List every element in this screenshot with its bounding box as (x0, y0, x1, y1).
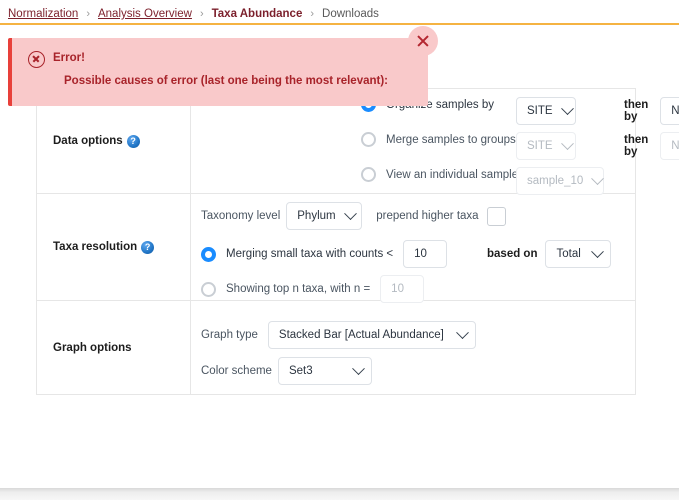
taxa-resolution-label-text: Taxa resolution (53, 241, 138, 253)
select-color-scheme-value: Set3 (288, 365, 313, 377)
graph-type-group: Graph type Stacked Bar [Actual Abundance… (191, 321, 476, 349)
select-merge-secondary[interactable]: None (660, 132, 679, 160)
breadcrumb-item-normalization[interactable]: Normalization (8, 8, 78, 20)
chevron-down-icon (591, 171, 605, 185)
close-icon[interactable] (408, 26, 438, 56)
select-graph-type[interactable]: Stacked Bar [Actual Abundance] (267, 321, 476, 349)
error-circle-x-icon (28, 51, 45, 68)
select-based-on[interactable]: Total (545, 240, 612, 268)
checkbox-prepend-higher-taxa[interactable] (486, 206, 506, 226)
graph-options-label-cell: Graph options (37, 301, 191, 394)
error-subtitle: Possible causes of error (last one being… (64, 75, 389, 87)
select-taxonomy-level-value: Phylum (297, 210, 336, 222)
select-merge-primary[interactable]: SITE (516, 132, 576, 160)
graph-options-label-text: Graph options (53, 341, 132, 354)
select-organize-by-primary[interactable]: SITE (516, 97, 576, 125)
data-options-label: Data options ? (53, 134, 140, 148)
then-by-label-2: then by (624, 134, 649, 158)
footer-strip (0, 488, 679, 500)
data-options-selects-3: sample_10 (191, 167, 605, 195)
select-organize-by-secondary[interactable]: None (660, 97, 679, 125)
graph-type-label: Graph type (201, 329, 258, 341)
error-banner-header: Error! (28, 50, 414, 68)
chevron-down-icon (560, 136, 574, 150)
breadcrumb-separator-icon: › (199, 8, 204, 20)
select-merge-primary-value: SITE (527, 140, 553, 152)
breadcrumb-item-downloads[interactable]: Downloads (322, 8, 379, 20)
then-by-label-1: then by (624, 99, 649, 123)
radio-label-showing-top-n-taxa: Showing top n taxa, with n = (226, 283, 371, 295)
top-n-taxa-group: Showing top n taxa, with n = 10 (191, 275, 425, 303)
radio-showing-top-n-taxa[interactable] (201, 281, 216, 297)
input-top-n-value[interactable]: 10 (380, 275, 425, 303)
help-icon[interactable]: ? (141, 240, 155, 254)
breadcrumb: Normalization › Analysis Overview › Taxa… (0, 0, 679, 23)
taxonomy-level-label: Taxonomy level (201, 210, 281, 222)
select-color-scheme[interactable]: Set3 (277, 357, 372, 385)
row-graph-options: Graph options Graph type Stacked Bar [Ac… (37, 301, 635, 395)
taxa-resolution-label-cell: Taxa resolution ? (37, 194, 191, 300)
breadcrumb-item-taxa-abundance[interactable]: Taxa Abundance (212, 8, 303, 20)
select-individual-sample-value: sample_10 (527, 175, 584, 187)
based-on-label: based on (487, 248, 538, 260)
page-root: Normalization › Analysis Overview › Taxa… (0, 0, 679, 500)
chevron-down-icon (352, 361, 365, 375)
taxa-resolution-label: Taxa resolution ? (53, 240, 155, 254)
row-taxa-resolution: Taxa resolution ? Taxonomy level Phylum … (37, 194, 635, 303)
select-taxonomy-level[interactable]: Phylum (286, 202, 363, 230)
chevron-down-icon (560, 101, 574, 115)
color-scheme-label: Color scheme (201, 365, 272, 377)
based-on-group: based on Total (191, 240, 612, 268)
color-scheme-group: Color scheme Set3 (191, 357, 372, 385)
breadcrumb-separator-icon: › (310, 8, 315, 20)
data-options-selects-2: SITE then by None (191, 132, 679, 160)
graph-options-label: Graph options (53, 342, 132, 354)
taxonomy-level-group: Taxonomy level Phylum prepend higher tax… (191, 202, 506, 230)
chevron-down-icon (591, 244, 605, 258)
chevron-down-icon (456, 325, 469, 339)
error-banner: Error! Possible causes of error (last on… (8, 26, 438, 106)
chevron-down-icon (343, 206, 357, 220)
select-based-on-value: Total (556, 248, 581, 260)
header-divider (0, 23, 679, 25)
error-banner-wrapper: Error! Possible causes of error (last on… (8, 26, 438, 106)
taxa-resolution-body: Taxonomy level Phylum prepend higher tax… (191, 194, 635, 303)
select-organize-by-secondary-value: None (671, 105, 679, 117)
error-title: Error! (53, 52, 85, 64)
select-graph-type-value: Stacked Bar [Actual Abundance] (278, 329, 444, 341)
data-options-label-text: Data options (53, 135, 123, 147)
help-icon[interactable]: ? (126, 134, 140, 148)
breadcrumb-separator-icon: › (86, 8, 90, 20)
graph-options-body: Graph type Stacked Bar [Actual Abundance… (191, 301, 635, 394)
prepend-higher-taxa-label: prepend higher taxa (376, 210, 479, 222)
select-individual-sample[interactable]: sample_10 (516, 167, 605, 195)
options-table: Data options ? Organize samples by SITE … (36, 88, 679, 395)
select-merge-secondary-value: None (671, 140, 679, 152)
select-organize-by-primary-value: SITE (527, 105, 553, 117)
breadcrumb-item-analysis-overview[interactable]: Analysis Overview (98, 8, 192, 20)
